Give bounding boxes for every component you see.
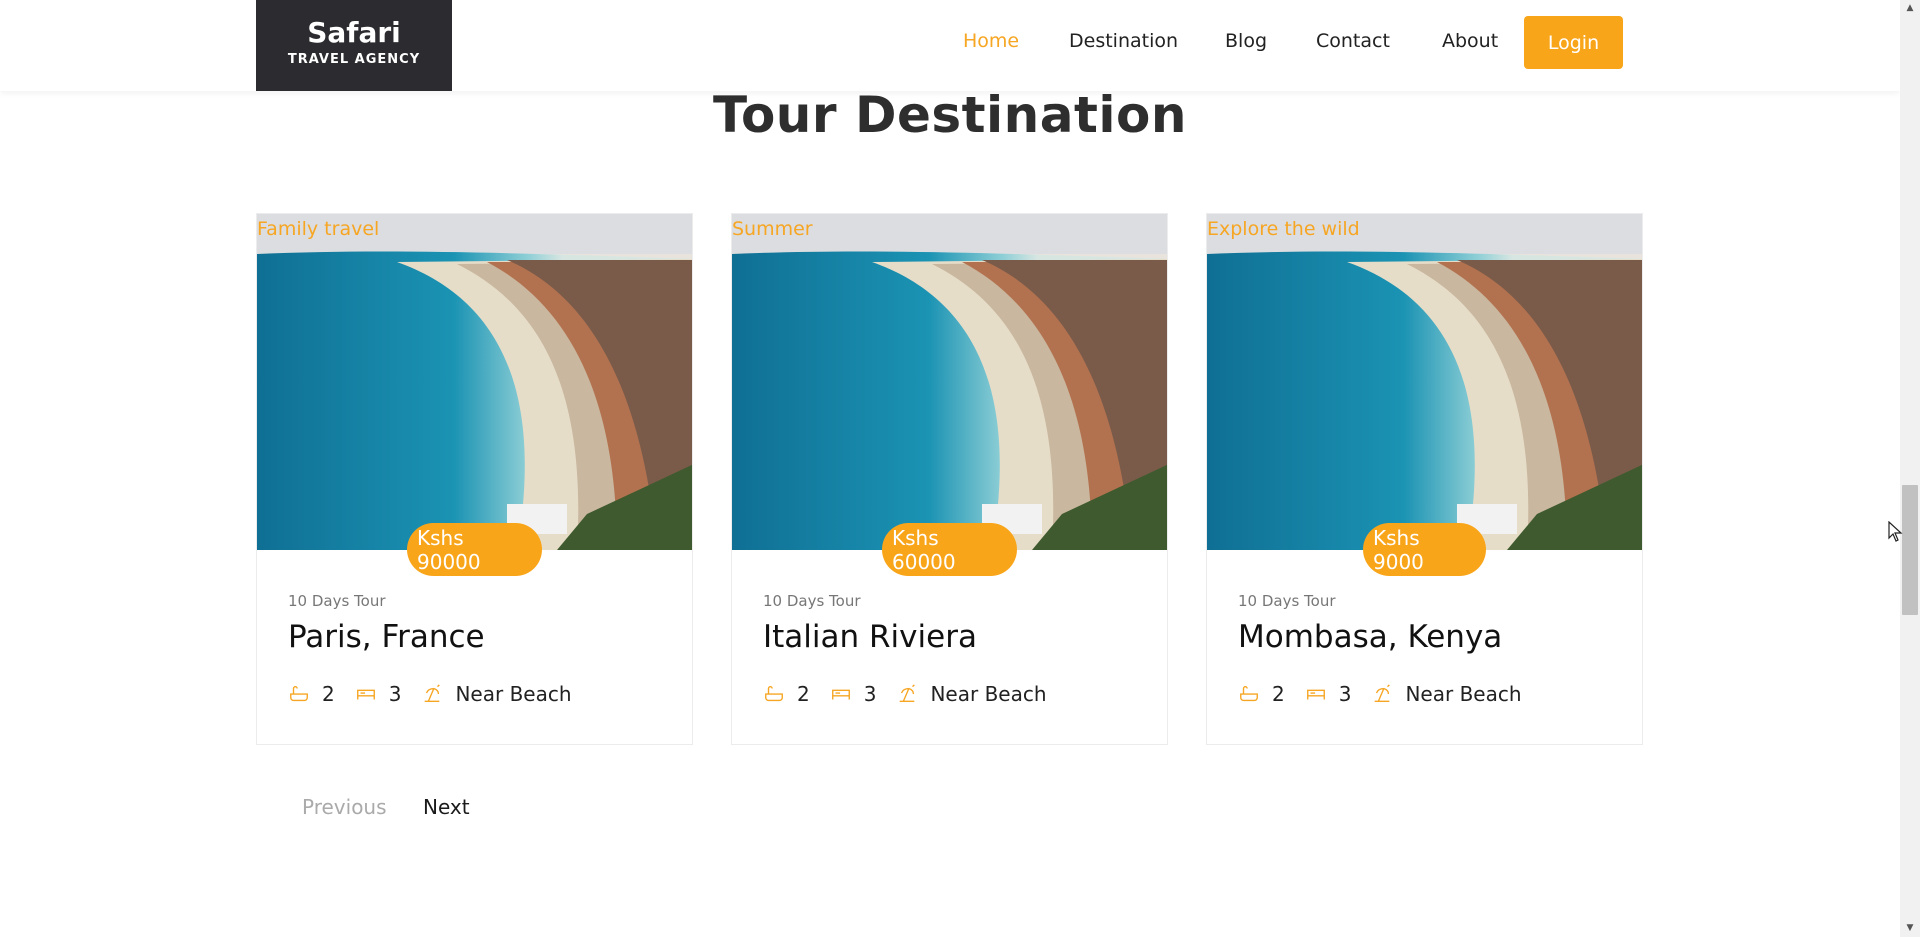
nav-contact[interactable]: Contact — [1316, 30, 1390, 52]
bed-icon — [831, 689, 850, 700]
tour-photo — [1207, 214, 1642, 550]
bathtub-icon — [765, 686, 783, 702]
beach-photo-image — [1207, 214, 1642, 550]
nav-blog[interactable]: Blog — [1225, 30, 1267, 52]
mouse-cursor-icon — [1888, 521, 1903, 542]
tour-card[interactable]: Family travel Kshs 90000 10 Days Tour Pa… — [256, 213, 693, 745]
location-label: Near Beach — [1405, 682, 1522, 706]
tour-photo — [732, 214, 1167, 550]
nav-home[interactable]: Home — [963, 30, 1019, 52]
beach-photo-image — [732, 214, 1167, 550]
bed-icon — [1306, 689, 1325, 700]
tour-name[interactable]: Italian Riviera — [763, 619, 977, 655]
bath-count: 2 — [322, 682, 335, 706]
beach-icon — [900, 684, 916, 703]
logo-brand: Safari — [307, 16, 401, 49]
page: Safari TRAVEL AGENCY Home Destination Bl… — [0, 0, 1900, 937]
bed-count: 3 — [388, 682, 402, 706]
site-header: Safari TRAVEL AGENCY Home Destination Bl… — [0, 0, 1900, 91]
login-button[interactable]: Login — [1524, 16, 1623, 69]
tour-category: Explore the wild — [1207, 218, 1360, 240]
scroll-up-arrow-icon[interactable]: ▲ — [1900, 0, 1920, 17]
tour-duration: 10 Days Tour — [288, 592, 386, 610]
tour-features: 2 3 Near Beach — [1238, 679, 1522, 709]
tour-category: Family travel — [257, 218, 380, 240]
next-button[interactable]: Next — [423, 795, 470, 825]
bath-count: 2 — [1272, 682, 1285, 706]
bed-count: 3 — [863, 682, 877, 706]
location-label: Near Beach — [930, 682, 1047, 706]
section-title: Tour Destination — [712, 86, 1187, 144]
tour-price-badge: Kshs 60000 — [882, 523, 1017, 576]
logo[interactable]: Safari TRAVEL AGENCY — [256, 0, 452, 91]
bathtub-icon — [1240, 686, 1258, 702]
nav-destination[interactable]: Destination — [1069, 30, 1178, 52]
logo-tagline: TRAVEL AGENCY — [287, 52, 421, 67]
tour-price-badge: Kshs 9000 — [1363, 523, 1486, 576]
previous-button[interactable]: Previous — [302, 795, 387, 825]
tour-price-badge: Kshs 90000 — [407, 523, 542, 576]
vertical-scrollbar[interactable]: ▲ ▼ — [1900, 0, 1920, 937]
tour-duration: 10 Days Tour — [1238, 592, 1336, 610]
tour-features: 2 3 Near Beach — [763, 679, 1047, 709]
bed-count: 3 — [1338, 682, 1352, 706]
bathtub-icon — [290, 686, 308, 702]
tour-photo — [257, 214, 692, 550]
bed-icon — [356, 689, 375, 700]
nav-about[interactable]: About — [1442, 30, 1498, 52]
beach-icon — [1375, 684, 1391, 703]
location-label: Near Beach — [455, 682, 572, 706]
tour-features: 2 3 Near Beach — [288, 679, 572, 709]
scrollbar-thumb[interactable] — [1902, 485, 1918, 615]
scroll-down-arrow-icon[interactable]: ▼ — [1900, 920, 1920, 937]
bath-count: 2 — [797, 682, 810, 706]
tour-category: Summer — [732, 218, 813, 240]
tour-duration: 10 Days Tour — [763, 592, 861, 610]
tour-card[interactable]: Explore the wild Kshs 9000 10 Days Tour … — [1206, 213, 1643, 745]
beach-icon — [425, 684, 441, 703]
tour-name[interactable]: Paris, France — [288, 619, 485, 655]
tour-name[interactable]: Mombasa, Kenya — [1238, 619, 1502, 655]
beach-photo-image — [257, 214, 692, 550]
tour-card[interactable]: Summer Kshs 60000 10 Days Tour Italian R… — [731, 213, 1168, 745]
